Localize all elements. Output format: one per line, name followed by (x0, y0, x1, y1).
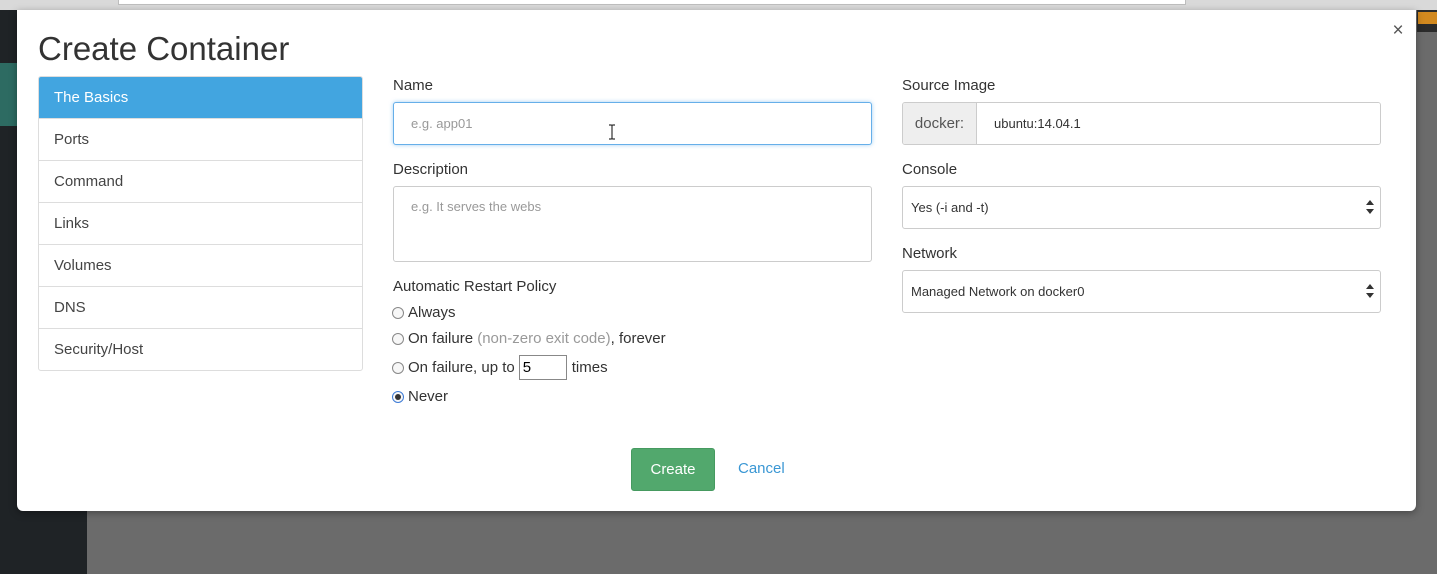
name-input[interactable] (393, 102, 872, 145)
radio-never-label: Never (408, 388, 449, 405)
app-left-nav-active (0, 63, 18, 126)
cancel-link[interactable]: Cancel (738, 460, 785, 477)
name-label: Name (393, 77, 434, 94)
source-image-group: docker: (902, 102, 1381, 145)
browser-address-bar[interactable] (118, 0, 1186, 5)
restart-option-always: Always (392, 304, 456, 321)
description-input[interactable] (393, 186, 872, 262)
sidebar-item-ports[interactable]: Ports (39, 119, 362, 161)
network-select-value: Managed Network on docker0 (911, 284, 1085, 299)
app-header-badge (1418, 12, 1437, 24)
select-arrows-icon (1366, 200, 1374, 214)
radio-never[interactable] (392, 390, 404, 403)
sidebar-item-the-basics[interactable]: The Basics (39, 77, 362, 119)
console-select[interactable]: Yes (-i and -t) (902, 186, 1381, 229)
restart-policy-label: Automatic Restart Policy (393, 278, 557, 295)
console-label: Console (902, 161, 958, 178)
modal-title: Create Container (38, 30, 290, 67)
network-label: Network (902, 245, 958, 262)
source-image-label: Source Image (902, 77, 996, 94)
description-label: Description (393, 161, 469, 178)
radio-always-label: Always (408, 304, 456, 321)
sidebar-item-dns[interactable]: DNS (39, 287, 362, 329)
create-container-modal: Create Container × The Basics Ports Comm… (17, 10, 1416, 511)
sidebar-item-security-host[interactable]: Security/Host (39, 329, 362, 370)
on-failure-hint: (non-zero exit code) (477, 330, 611, 347)
up-to-label: On failure, up to (408, 359, 515, 376)
section-sidebar: The Basics Ports Command Links Volumes D… (38, 76, 363, 371)
sidebar-item-volumes[interactable]: Volumes (39, 245, 362, 287)
select-arrows-icon (1366, 284, 1374, 298)
restart-option-on-failure-forever: On failure (non-zero exit code), forever (392, 330, 666, 347)
restart-option-on-failure-up-to: On failure, up to times (392, 355, 608, 380)
on-failure-forever-label: , forever (610, 330, 666, 347)
source-image-prefix: docker: (903, 103, 977, 144)
radio-on-failure-up-to[interactable] (392, 361, 404, 374)
create-button[interactable]: Create (631, 448, 715, 491)
sidebar-item-command[interactable]: Command (39, 161, 362, 203)
text-cursor-icon (609, 124, 615, 140)
close-icon[interactable]: × (1390, 20, 1406, 42)
radio-always[interactable] (392, 306, 404, 319)
restart-option-never: Never (392, 388, 448, 405)
source-image-input[interactable] (977, 103, 1380, 144)
console-select-value: Yes (-i and -t) (911, 200, 989, 215)
network-select[interactable]: Managed Network on docker0 (902, 270, 1381, 313)
restart-times-input[interactable] (518, 355, 567, 380)
radio-on-failure-forever[interactable] (392, 332, 404, 345)
sidebar-item-links[interactable]: Links (39, 203, 362, 245)
on-failure-label: On failure (408, 330, 474, 347)
times-label: times (571, 359, 608, 376)
